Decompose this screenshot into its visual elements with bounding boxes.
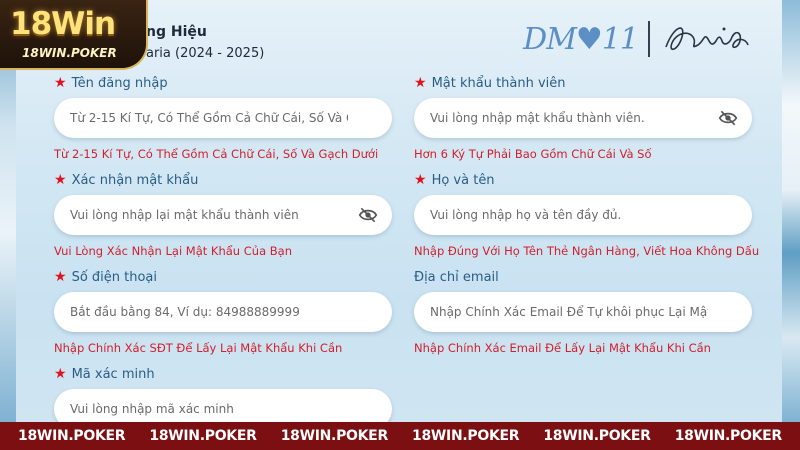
full-name-field-group: ★ Họ và tên Nhập Đúng Với Họ Tên Thẻ Ngâ… [414, 171, 760, 258]
email-label: Địa chỉ email [414, 269, 499, 285]
full-name-input[interactable] [414, 195, 752, 235]
phone-hint: Nhập Chính Xác SĐT Để Lấy Lại Mật Khẩu K… [54, 341, 343, 355]
footer-brand-text: 18WIN.POKER [18, 428, 126, 444]
username-input[interactable] [54, 98, 392, 138]
signature-logo [660, 19, 752, 59]
email-field-group: Địa chỉ email Nhập Chính Xác Email Để Lấ… [414, 268, 752, 355]
footer-banner: 18WIN.POKER 18WIN.POKER 18WIN.POKER 18WI… [0, 422, 800, 450]
required-star-icon: ★ [414, 172, 427, 188]
footer-brand-text: 18WIN.POKER [412, 428, 520, 444]
username-field-group: ★ Tên đăng nhập Từ 2-15 Kí Tự, Có Thể Gồ… [54, 74, 392, 161]
required-star-icon: ★ [54, 172, 67, 188]
footer-brand-text: 18WIN.POKER [674, 428, 783, 444]
footer-brand-text: 18WIN.POKER [543, 428, 651, 444]
confirm-password-field-group: ★ Xác nhận mật khẩu Vui Lòng Xác Nhận Lạ… [54, 171, 392, 258]
footer-brand-text: 18WIN.POKER [280, 428, 389, 444]
footer-brand-text: 18WIN.POKER [149, 428, 257, 444]
password-hint: Hơn 6 Ký Tự Phải Bao Gồm Chữ Cái Và Số [414, 147, 652, 161]
confirm-password-label: Xác nhận mật khẩu [71, 172, 199, 188]
email-input[interactable] [414, 292, 752, 332]
captcha-input[interactable] [54, 389, 392, 422]
email-hint: Nhập Chính Xác Email Để Lấy Lại Mật Khẩu… [414, 341, 711, 355]
phone-input[interactable] [54, 292, 392, 332]
confirm-password-input-box [54, 195, 392, 235]
username-hint: Từ 2-15 Kí Tự, Có Thể Gồm Cả Chữ Cái, Số… [54, 147, 379, 161]
full-name-label: Họ và tên [431, 172, 495, 188]
partner-logos: DM♥11 [523, 18, 752, 60]
header-title: ng Hiệu [146, 24, 207, 40]
brand-logo: 18Win [10, 6, 116, 42]
phone-input-box [54, 292, 392, 332]
required-star-icon: ★ [54, 366, 67, 382]
phone-field-group: ★ Số điện thoại Nhập Chính Xác SĐT Để Lấ… [54, 268, 392, 355]
logo-divider [648, 21, 650, 57]
dm-logo: DM♥11 [523, 21, 639, 57]
password-input[interactable] [414, 98, 752, 138]
captcha-label: Mã xác minh [71, 366, 155, 382]
password-field-group: ★ Mật khẩu thành viên Hơn 6 Ký Tự Phải B… [414, 74, 752, 161]
background-right-strip [782, 0, 800, 422]
required-star-icon: ★ [54, 269, 67, 285]
username-label: Tên đăng nhập [71, 75, 168, 91]
full-name-input-box [414, 195, 752, 235]
username-input-box [54, 98, 392, 138]
confirm-password-input[interactable] [54, 195, 392, 235]
required-star-icon: ★ [414, 75, 427, 91]
full-name-hint: Nhập Đúng Với Họ Tên Thẻ Ngân Hàng, Viết… [414, 244, 760, 258]
captcha-field-group: ★ Mã xác minh [54, 365, 392, 422]
brand-domain: 18WIN.POKER [22, 46, 117, 60]
brand-badge: 18Win 18WIN.POKER [0, 0, 148, 70]
password-input-box [414, 98, 752, 138]
eye-off-icon[interactable] [718, 109, 738, 127]
captcha-input-box [54, 389, 392, 422]
eye-off-icon[interactable] [358, 206, 378, 224]
phone-label: Số điện thoại [71, 269, 158, 285]
required-star-icon: ★ [54, 75, 67, 91]
confirm-password-hint: Vui Lòng Xác Nhận Lại Mật Khẩu Của Bạn [54, 244, 293, 258]
email-input-box [414, 292, 752, 332]
password-label: Mật khẩu thành viên [431, 75, 566, 91]
header-subtitle: aria (2024 - 2025) [146, 46, 265, 61]
